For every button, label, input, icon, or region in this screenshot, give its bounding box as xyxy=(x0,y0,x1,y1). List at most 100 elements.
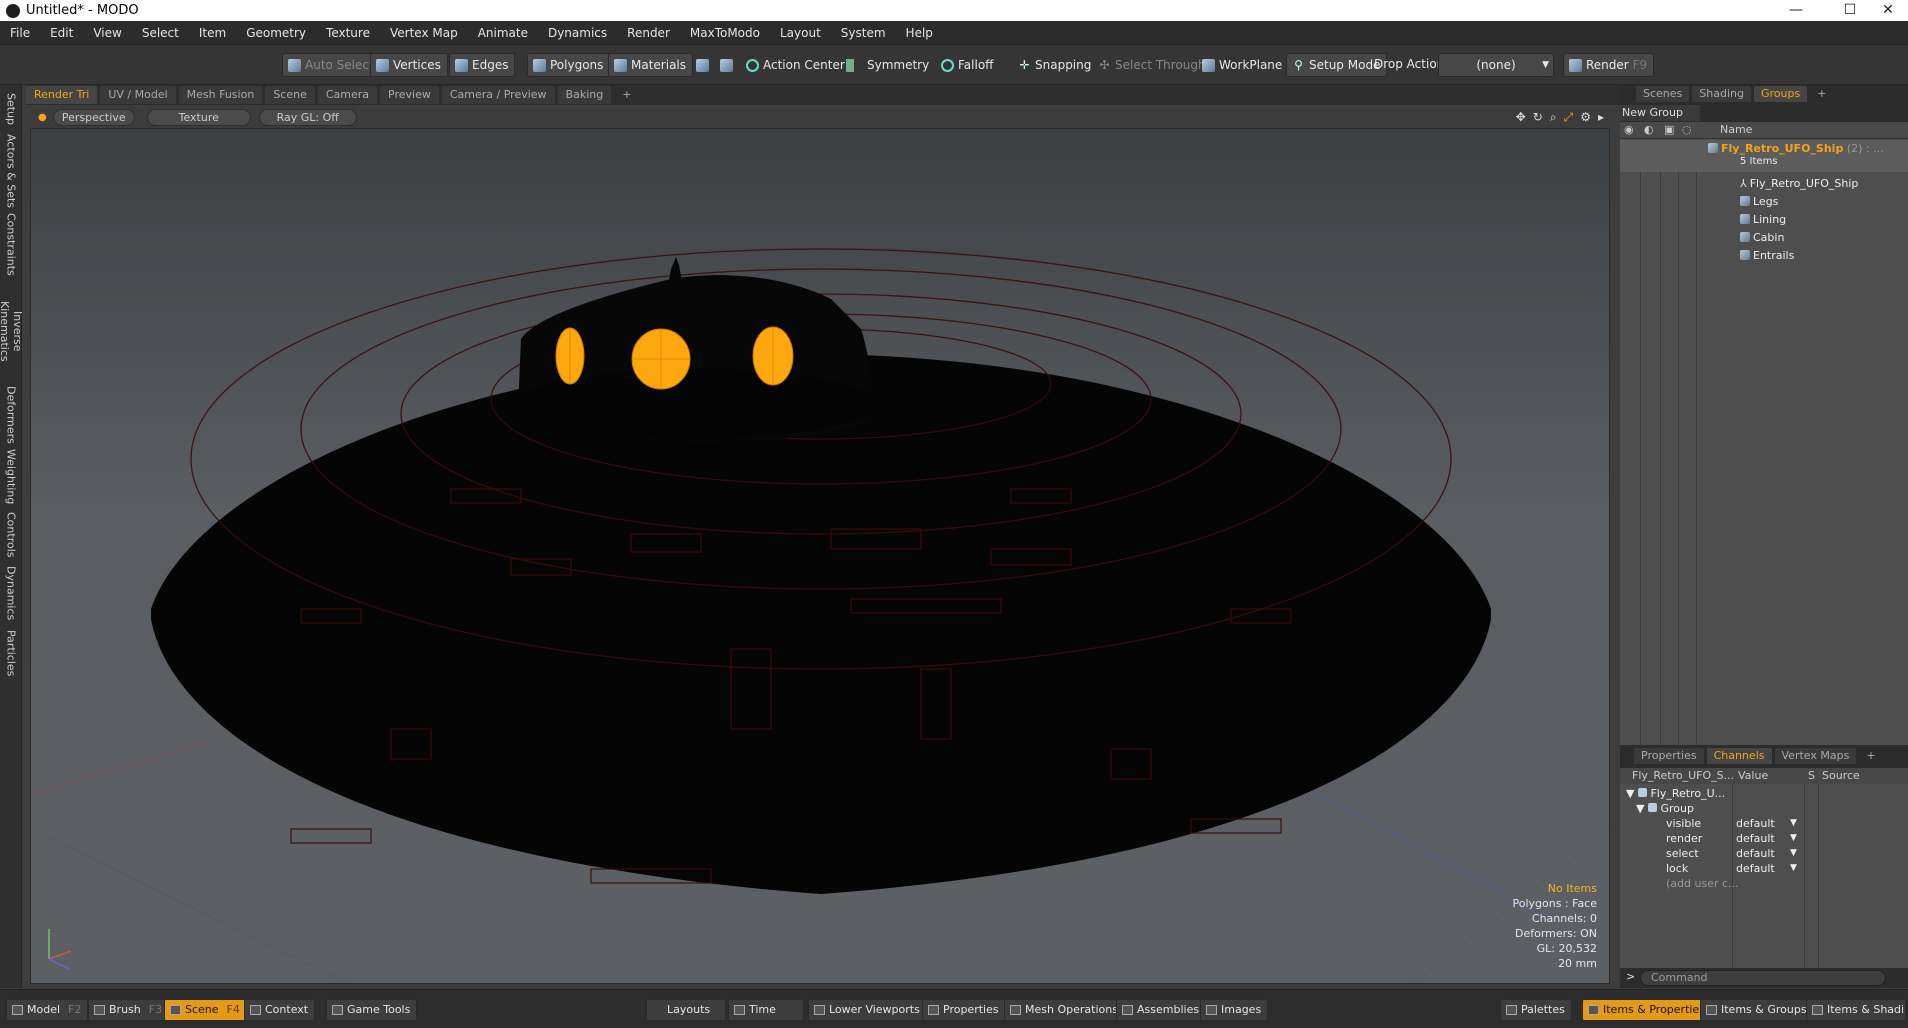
time-button[interactable]: Time xyxy=(728,999,804,1021)
side-tab-weighting[interactable]: Weighting xyxy=(2,449,20,505)
add-panel-tab-button[interactable]: + xyxy=(1810,86,1833,102)
side-tab-setup[interactable]: Setup xyxy=(2,91,20,127)
menu-file[interactable]: File xyxy=(0,21,40,45)
menu-item[interactable]: Item xyxy=(189,21,236,45)
tree-item-legs[interactable]: Legs xyxy=(1620,193,1908,211)
side-tab-deformers[interactable]: Deformers xyxy=(2,386,20,444)
layouts-button[interactable]: Layouts xyxy=(646,999,726,1021)
symmetry-button[interactable]: Symmetry xyxy=(840,53,936,77)
maximize-button[interactable]: ☐ xyxy=(1830,0,1870,21)
palettes-button[interactable]: Palettes xyxy=(1500,999,1572,1021)
snapping-button[interactable]: ✛ Snapping xyxy=(1012,53,1098,77)
symmetry-toggle-icon[interactable] xyxy=(690,53,714,77)
add-tab-button[interactable]: + xyxy=(614,86,639,104)
tree-item-lining[interactable]: Lining xyxy=(1620,211,1908,229)
action-center-button[interactable]: Action Center xyxy=(740,53,852,77)
mirror-toggle-icon[interactable] xyxy=(714,53,738,77)
menu-layout[interactable]: Layout xyxy=(770,21,831,45)
viewport-menu-icon[interactable]: ● xyxy=(38,112,47,123)
side-tab-actors-sets[interactable]: Actors & Sets xyxy=(2,133,20,209)
render-button[interactable]: Render F9 xyxy=(1563,53,1655,77)
side-tab-dynamics[interactable]: Dynamics xyxy=(2,565,20,621)
rotate-icon[interactable]: ↻ xyxy=(1533,110,1543,125)
tab-baking[interactable]: Baking xyxy=(557,86,612,104)
tab-preview[interactable]: Preview xyxy=(380,86,439,104)
workplane-button[interactable]: WorkPlane xyxy=(1196,53,1289,77)
tab-vertex-maps[interactable]: Vertex Maps xyxy=(1774,748,1857,764)
menu-maxtomodo[interactable]: MaxToModo xyxy=(680,21,770,45)
tab-scenes[interactable]: Scenes xyxy=(1636,86,1690,102)
visibility-eye-icon[interactable]: ◉ xyxy=(1624,123,1634,136)
new-group-button[interactable]: New Group xyxy=(1620,105,1700,121)
menu-render[interactable]: Render xyxy=(617,21,680,45)
items-shading-button[interactable]: Items & Shading xyxy=(1806,999,1906,1021)
command-input[interactable]: Command xyxy=(1640,970,1886,986)
context-button[interactable]: Context xyxy=(244,999,316,1021)
edges-button[interactable]: Edges xyxy=(449,53,516,77)
side-tab-constraints[interactable]: Constraints xyxy=(2,213,20,276)
tree-item-entrails[interactable]: Entrails xyxy=(1620,247,1908,265)
side-tab-particles[interactable]: Particles xyxy=(2,627,20,679)
menu-dynamics[interactable]: Dynamics xyxy=(538,21,617,45)
tree-item-fly-retro-ufo-ship[interactable]: ⅄ Fly_Retro_UFO_Ship xyxy=(1620,175,1908,193)
tab-scene[interactable]: Scene xyxy=(265,86,315,104)
menu-edit[interactable]: Edit xyxy=(40,21,83,45)
side-tab-controls[interactable]: Controls xyxy=(2,511,20,559)
mesh-operations-button[interactable]: Mesh Operations xyxy=(1004,999,1125,1021)
menu-view[interactable]: View xyxy=(83,21,131,45)
polygons-button[interactable]: Polygons xyxy=(527,53,611,77)
brush-layout-button[interactable]: Brush F3 xyxy=(88,999,170,1021)
falloff-button[interactable]: Falloff xyxy=(935,53,1000,77)
pan-icon[interactable]: ✥ xyxy=(1516,110,1526,125)
render-col-icon[interactable]: ◐ xyxy=(1644,123,1654,136)
items-properties-button[interactable]: Items & Properties xyxy=(1582,999,1712,1021)
add-channels-tab-button[interactable]: + xyxy=(1859,748,1882,764)
channel-root-row[interactable]: ▼ Fly_Retro_U... xyxy=(1620,786,1908,801)
model-layout-button[interactable]: Model F2 xyxy=(6,999,89,1021)
tab-uv-model[interactable]: UV / Model xyxy=(100,86,176,104)
tree-item-cabin[interactable]: Cabin xyxy=(1620,229,1908,247)
channel-group-row[interactable]: ▼ Group xyxy=(1620,801,1908,816)
properties-button[interactable]: Properties xyxy=(922,999,1006,1021)
tab-channels[interactable]: Channels xyxy=(1706,748,1772,764)
lock-col-icon[interactable]: ▣ xyxy=(1664,123,1674,136)
minimize-button[interactable]: — xyxy=(1776,0,1816,21)
viewport-more-icon[interactable]: ▸ xyxy=(1598,110,1604,125)
viewport-gear-icon[interactable]: ⚙ xyxy=(1580,110,1591,125)
channel-row-visible[interactable]: visible default ▼ xyxy=(1620,816,1908,831)
tab-properties[interactable]: Properties xyxy=(1634,748,1704,764)
menu-vertex-map[interactable]: Vertex Map xyxy=(380,21,468,45)
materials-button[interactable]: Materials xyxy=(608,53,694,77)
channel-row-lock[interactable]: lock default ▼ xyxy=(1620,861,1908,876)
raygl-toggle[interactable]: Ray GL: Off xyxy=(258,108,357,126)
lower-viewports-button[interactable]: Lower Viewports xyxy=(808,999,927,1021)
menu-animate[interactable]: Animate xyxy=(468,21,538,45)
tab-shading[interactable]: Shading xyxy=(1692,86,1751,102)
shading-mode-select[interactable]: Texture xyxy=(146,108,251,126)
game-tools-button[interactable]: Game Tools xyxy=(326,999,418,1021)
chevron-down-icon[interactable]: ▼ xyxy=(1790,816,1797,831)
images-button[interactable]: Images xyxy=(1200,999,1269,1021)
channel-row-select[interactable]: select default ▼ xyxy=(1620,846,1908,861)
add-user-channel[interactable]: (add user c... xyxy=(1620,876,1908,891)
setup-mode-button[interactable]: ⚲ Setup Mode xyxy=(1286,53,1388,77)
chevron-down-icon[interactable]: ▼ xyxy=(1790,861,1797,876)
side-tab-inverse-kinematics[interactable]: Inverse Kinematics xyxy=(0,281,24,381)
menu-select[interactable]: Select xyxy=(132,21,189,45)
close-button[interactable]: ✕ xyxy=(1868,0,1908,21)
assemblies-button[interactable]: Assemblies xyxy=(1116,999,1207,1021)
menu-texture[interactable]: Texture xyxy=(316,21,380,45)
menu-help[interactable]: Help xyxy=(896,21,943,45)
select-through-button[interactable]: ✣ Select Through xyxy=(1092,53,1213,77)
vertices-button[interactable]: Vertices xyxy=(370,53,448,77)
scene-layout-button[interactable]: Scene F4 xyxy=(164,999,247,1021)
tab-mesh-fusion[interactable]: Mesh Fusion xyxy=(178,86,263,104)
view-type-select[interactable]: Perspective xyxy=(52,108,135,126)
3d-viewport[interactable]: No Items Polygons : Face Channels: 0 Def… xyxy=(30,128,1610,984)
select-col-icon[interactable]: ◌ xyxy=(1682,123,1692,136)
group-row-fly-retro-ufo-ship[interactable]: Fly_Retro_UFO_Ship (2) : ... 5 Items xyxy=(1620,140,1908,172)
items-groups-button[interactable]: Items & Groups xyxy=(1700,999,1814,1021)
menu-geometry[interactable]: Geometry xyxy=(236,21,316,45)
zoom-icon[interactable]: ⌕ xyxy=(1550,110,1557,125)
tab-camera[interactable]: Camera xyxy=(317,86,378,104)
